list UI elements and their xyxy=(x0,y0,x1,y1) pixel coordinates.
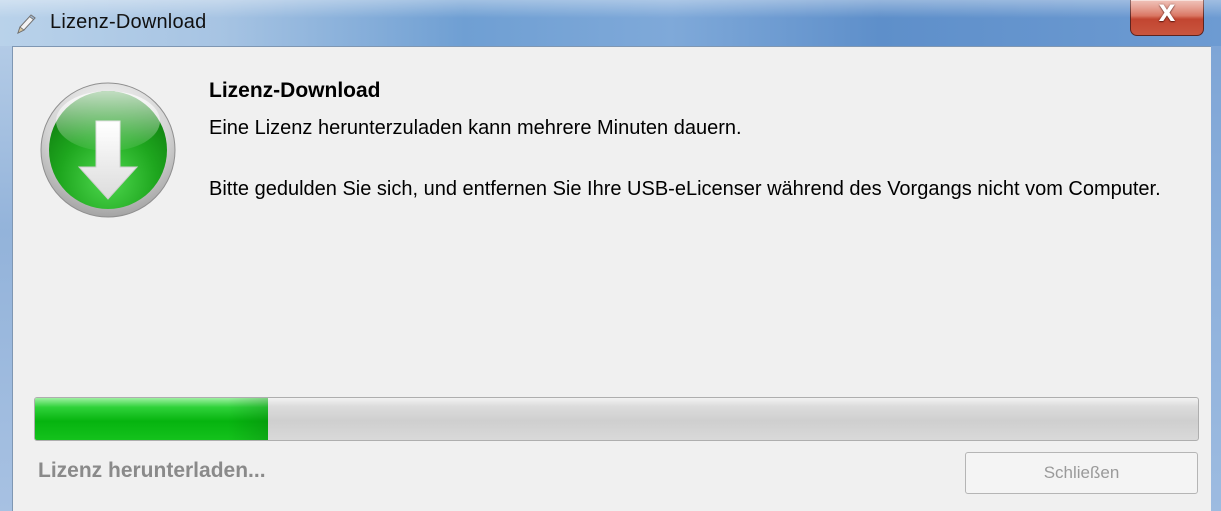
status-text: Lizenz herunterladen... xyxy=(38,459,266,482)
dialog-heading: Lizenz-Download xyxy=(209,79,381,102)
progress-fill xyxy=(35,398,268,440)
license-download-window: Lizenz-Download X Lizenz-Download Eine L… xyxy=(0,0,1221,511)
window-title: Lizenz-Download xyxy=(50,11,207,33)
window-close-button[interactable]: X xyxy=(1130,0,1204,36)
close-button[interactable]: Schließen xyxy=(965,452,1198,494)
window-frame-left xyxy=(0,46,12,511)
window-frame-right xyxy=(1211,46,1221,511)
download-progress-bar xyxy=(34,397,1199,441)
message-line-1: Eine Lizenz herunterzuladen kann mehrere… xyxy=(209,117,742,139)
close-icon: X xyxy=(1158,2,1176,27)
message-line-2: Bitte gedulden Sie sich, und entfernen S… xyxy=(209,178,1161,200)
title-bar[interactable]: Lizenz-Download X xyxy=(0,0,1221,46)
pen-icon xyxy=(17,14,36,34)
dialog-client-area: Lizenz-Download Eine Lizenz herunterzula… xyxy=(12,46,1211,511)
download-arrow-icon xyxy=(40,82,176,218)
